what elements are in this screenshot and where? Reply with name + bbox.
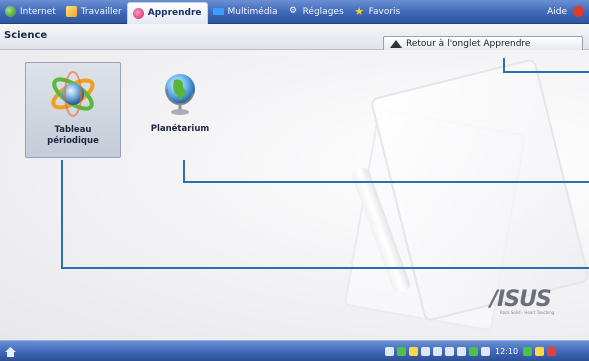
globe-stand-icon [165,74,195,115]
tray-icon[interactable] [469,347,478,356]
tray-icon[interactable] [433,347,442,356]
tab-bar: Internet Travailler Apprendre Multimédia… [0,0,589,24]
tab-reglages[interactable]: ⚙ Réglages [283,1,349,23]
film-icon [212,8,224,15]
tab-label: Favoris [368,6,401,17]
tray-icon[interactable] [385,347,394,356]
tray-icon[interactable] [523,347,533,356]
briefcase-icon [65,6,77,17]
callout-line [183,160,185,182]
tray-icon[interactable] [409,347,418,356]
up-triangle-icon [390,40,402,48]
app-label-line: Tableau [54,125,92,135]
tab-apprendre[interactable]: Apprendre [126,1,208,24]
tray-icon[interactable] [535,347,545,356]
tab-internet[interactable]: Internet [0,1,61,23]
clock: 12:10 [495,347,519,356]
callout-line [503,71,589,73]
app-label: Planétarium [140,124,220,135]
app-tableau-periodique[interactable]: Tableau périodique [25,62,121,158]
callout-line [183,181,589,183]
tray-icon[interactable] [547,347,557,356]
tab-label: Réglages [302,6,344,17]
tray-icon[interactable] [457,347,466,356]
help-icon [573,6,584,17]
tab-travailler[interactable]: Travailler [61,1,127,23]
tab-label: Travailler [80,6,122,17]
globe-icon [5,6,16,17]
tray-icon[interactable] [397,347,406,356]
star-icon: ★ [354,5,365,18]
tab-label: Multimédia [227,6,278,17]
app-label-line: Planétarium [150,124,210,134]
section-bar: Science Retour à l'onglet Apprendre [0,24,589,52]
asus-logo: /ISUS [490,287,552,312]
home-icon[interactable] [4,345,17,358]
app-planetarium[interactable]: Planétarium [140,62,220,158]
asus-tagline: Rock Solid · Heart Touching [500,310,555,315]
screen: Internet Travailler Apprendre Multimédia… [0,0,589,361]
app-grid: Tableau périodique Planétarium /ISUS Roc… [0,50,589,340]
tray-icon[interactable] [445,347,454,356]
app-label: Tableau périodique [26,125,120,147]
callout-line [503,58,505,72]
tab-label: Apprendre [147,8,202,18]
callout-line [61,160,63,268]
tab-favoris[interactable]: ★ Favoris [349,1,406,23]
help-button[interactable]: Aide [542,1,589,23]
tab-label: Internet [20,6,56,17]
section-title: Science [4,30,48,41]
apple-icon [132,7,144,19]
callout-line [61,267,589,269]
atom-icon [51,71,95,117]
tab-multimedia[interactable]: Multimédia [208,1,283,23]
system-tray: 12:10 [385,345,557,358]
tray-icon[interactable] [421,347,430,356]
app-label-line: périodique [47,136,99,146]
back-button-label: Retour à l'onglet Apprendre [406,39,531,49]
help-label: Aide [547,6,567,17]
tray-icon[interactable] [481,347,490,356]
taskbar: 12:10 [0,340,589,361]
wrench-icon: ⚙ [289,6,298,16]
